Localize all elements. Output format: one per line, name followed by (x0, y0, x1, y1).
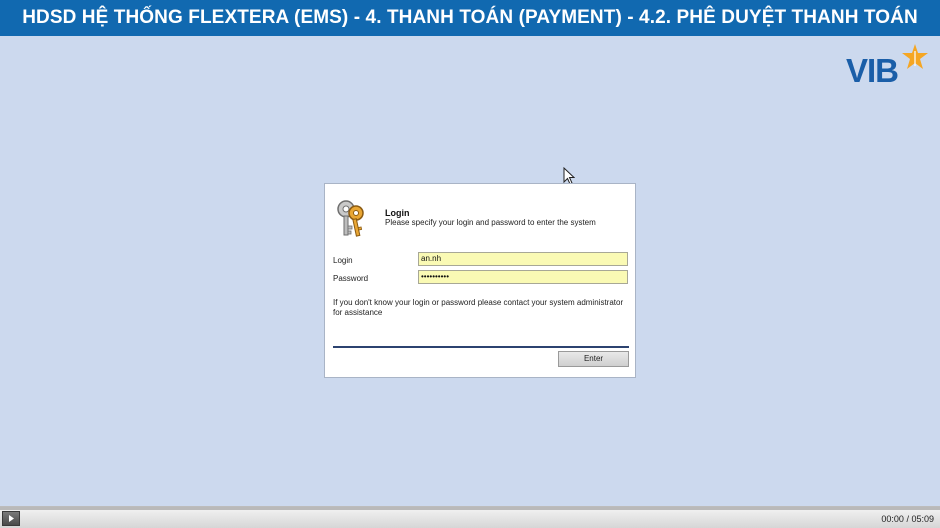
logo-text: VIB (846, 52, 899, 89)
login-input[interactable]: an.nh (418, 252, 628, 266)
progress-bar[interactable] (0, 507, 940, 510)
password-input[interactable]: •••••••••• (418, 270, 628, 284)
logo-star-icon (902, 44, 928, 69)
login-dialog: Login Please specify your login and pass… (324, 183, 636, 378)
time-current: 00:00 (881, 514, 904, 524)
time-readout: 00:00 / 05:09 (881, 514, 934, 524)
play-button[interactable] (2, 511, 20, 526)
slide-title-bar: HDSD HỆ THỐNG FLEXTERA (EMS) - 4. THANH … (0, 0, 940, 36)
video-player-controls: 00:00 / 05:09 (0, 506, 940, 528)
time-separator: / (906, 514, 909, 524)
enter-button[interactable]: Enter (558, 351, 629, 367)
help-text: If you don't know your login or password… (333, 298, 624, 317)
login-label: Login (333, 256, 353, 265)
password-label: Password (333, 274, 369, 283)
slide-title: HDSD HỆ THỐNG FLEXTERA (EMS) - 4. THANH … (22, 7, 918, 28)
dialog-subtitle: Please specify your login and password t… (385, 218, 596, 227)
dialog-divider (333, 346, 629, 348)
dialog-title: Login (385, 208, 410, 218)
keys-icon (337, 200, 364, 237)
play-icon (9, 515, 14, 522)
time-total: 05:09 (911, 514, 934, 524)
vib-logo: VIB (846, 42, 932, 88)
